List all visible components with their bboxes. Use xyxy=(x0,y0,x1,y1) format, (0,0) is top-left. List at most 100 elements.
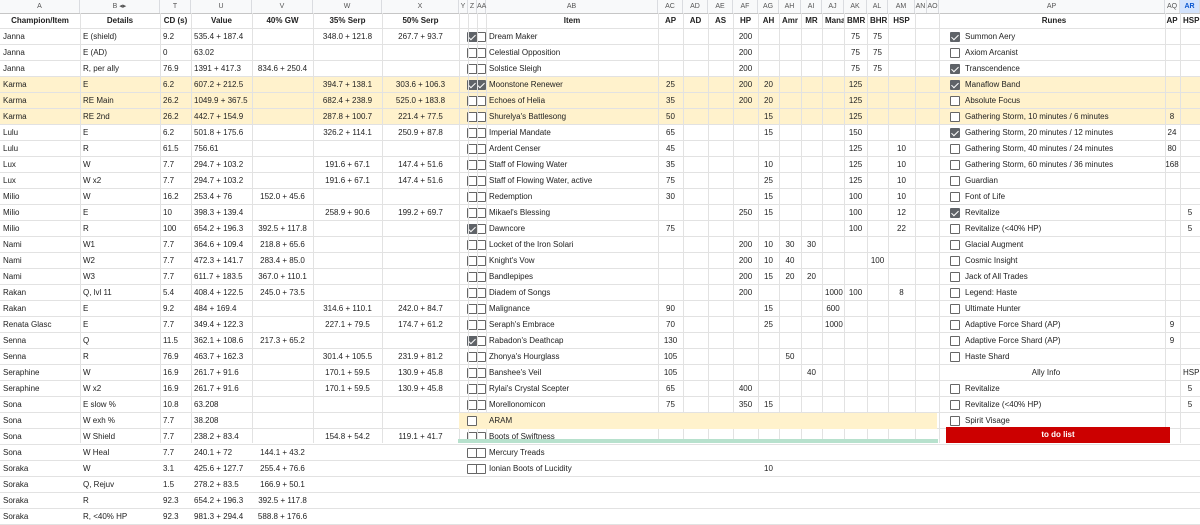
item-ap-cell[interactable]: 65 xyxy=(658,125,683,141)
champion-cell[interactable]: Senna xyxy=(0,349,80,365)
item-bmr-cell[interactable] xyxy=(844,445,867,461)
item-hsp-cell[interactable] xyxy=(888,381,915,397)
item-bhr-cell[interactable] xyxy=(867,333,888,349)
cd-cell[interactable]: 76.9 xyxy=(160,61,191,77)
item-amr-cell[interactable] xyxy=(779,109,801,125)
item-name-cell[interactable]: Seraph's Embrace xyxy=(486,317,658,333)
item-amr-cell[interactable] xyxy=(779,205,801,221)
col-AC[interactable]: AC xyxy=(658,0,683,13)
gw-cell[interactable] xyxy=(252,157,313,173)
item-bmr-cell[interactable]: 75 xyxy=(844,29,867,45)
champion-cell[interactable]: Karma xyxy=(0,93,80,109)
cd-cell[interactable]: 5.4 xyxy=(160,285,191,301)
col-AK[interactable]: AK xyxy=(844,0,867,13)
value-cell[interactable]: 408.4 + 122.5 xyxy=(191,285,252,301)
item-bmr-cell[interactable]: 125 xyxy=(844,173,867,189)
item-name-cell[interactable]: Dawncore xyxy=(486,221,658,237)
cd-cell[interactable]: 7.7 xyxy=(160,253,191,269)
value-cell[interactable]: 253.4 + 76 xyxy=(191,189,252,205)
item-ap-cell[interactable] xyxy=(658,269,683,285)
item-amr-cell[interactable] xyxy=(779,189,801,205)
details-cell[interactable]: E xyxy=(80,205,160,221)
item-secondary-checkbox[interactable] xyxy=(476,464,486,474)
details-cell[interactable]: R xyxy=(80,349,160,365)
item-mana-cell[interactable] xyxy=(822,141,844,157)
item-name-cell[interactable]: Staff of Flowing Water, active xyxy=(486,173,658,189)
col-AH[interactable]: AH xyxy=(779,0,801,13)
item-name-cell[interactable]: Locket of the Iron Solari xyxy=(486,237,658,253)
value-cell[interactable]: 611.7 + 183.5 xyxy=(191,269,252,285)
serp35-cell[interactable]: 170.1 + 59.5 xyxy=(313,381,382,397)
ally-name-cell[interactable]: Revitalize (<40% HP) xyxy=(962,397,1160,413)
value-cell[interactable]: 1391 + 417.3 xyxy=(191,61,252,77)
item-mana-cell[interactable] xyxy=(822,221,844,237)
cd-cell[interactable]: 3.1 xyxy=(160,461,191,477)
header-value[interactable]: Value xyxy=(191,13,252,29)
item-name-cell[interactable]: Mercury Treads xyxy=(486,445,658,461)
item-mana-cell[interactable] xyxy=(822,189,844,205)
todo-list-banner[interactable]: to do list xyxy=(946,427,1170,443)
item-bhr-cell[interactable] xyxy=(867,173,888,189)
rune-name-cell[interactable]: Adaptive Force Shard (AP) xyxy=(962,317,1160,333)
value-cell[interactable]: 654.2 + 196.3 xyxy=(191,493,252,509)
item-hsp-cell[interactable]: 10 xyxy=(888,189,915,205)
col-W[interactable]: W xyxy=(313,0,382,13)
champion-cell[interactable]: Lux xyxy=(0,157,80,173)
item-ap-cell[interactable]: 75 xyxy=(658,397,683,413)
item-mr-cell[interactable] xyxy=(801,157,822,173)
value-cell[interactable]: 294.7 + 103.2 xyxy=(191,157,252,173)
item-hp-cell[interactable]: 200 xyxy=(733,237,758,253)
gw-cell[interactable] xyxy=(252,317,313,333)
item-ah-cell[interactable] xyxy=(758,141,779,157)
champion-cell[interactable]: Rakan xyxy=(0,285,80,301)
item-bhr-cell[interactable] xyxy=(867,157,888,173)
item-ah-cell[interactable] xyxy=(758,445,779,461)
value-cell[interactable]: 261.7 + 91.6 xyxy=(191,365,252,381)
item-hp-cell[interactable] xyxy=(733,189,758,205)
serp35-cell[interactable]: 326.2 + 114.1 xyxy=(313,125,382,141)
rune-checkbox[interactable] xyxy=(950,352,960,362)
serp35-cell[interactable] xyxy=(313,269,382,285)
item-bhr-cell[interactable] xyxy=(867,93,888,109)
value-cell[interactable]: 463.7 + 162.3 xyxy=(191,349,252,365)
item-bhr-cell[interactable] xyxy=(867,77,888,93)
rune-checkbox[interactable] xyxy=(950,336,960,346)
rune-name-cell[interactable]: Gathering Storm, 60 minutes / 36 minutes xyxy=(962,157,1160,173)
item-mr-cell[interactable]: 20 xyxy=(801,269,822,285)
header-serp50[interactable]: 50% Serp xyxy=(382,13,459,29)
header-mr[interactable]: MR xyxy=(801,13,822,29)
serp50-cell[interactable] xyxy=(382,189,459,205)
rune-hsp-cell[interactable] xyxy=(1180,317,1200,333)
gw-cell[interactable]: 588.8 + 176.6 xyxy=(252,509,313,525)
serp35-cell[interactable]: 394.7 + 138.1 xyxy=(313,77,382,93)
item-mana-cell[interactable] xyxy=(822,205,844,221)
item-mana-cell[interactable]: 1000 xyxy=(822,285,844,301)
serp50-cell[interactable]: 525.0 + 183.8 xyxy=(382,93,459,109)
champion-cell[interactable]: Nami xyxy=(0,253,80,269)
cd-cell[interactable]: 92.3 xyxy=(160,493,191,509)
item-ah-cell[interactable] xyxy=(758,285,779,301)
item-ah-cell[interactable]: 15 xyxy=(758,205,779,221)
item-bmr-cell[interactable]: 150 xyxy=(844,125,867,141)
item-bmr-cell[interactable]: 75 xyxy=(844,45,867,61)
item-hsp-cell[interactable] xyxy=(888,45,915,61)
rune-hsp-cell[interactable] xyxy=(1180,349,1200,365)
rune-checkbox[interactable] xyxy=(950,160,960,170)
rune-checkbox[interactable] xyxy=(950,144,960,154)
cd-cell[interactable]: 16.2 xyxy=(160,189,191,205)
item-bmr-cell[interactable] xyxy=(844,237,867,253)
serp35-cell[interactable] xyxy=(313,413,382,429)
value-cell[interactable]: 607.2 + 212.5 xyxy=(191,77,252,93)
item-mr-cell[interactable] xyxy=(801,381,822,397)
serp35-cell[interactable] xyxy=(313,189,382,205)
item-amr-cell[interactable] xyxy=(779,381,801,397)
item-hp-cell[interactable] xyxy=(733,141,758,157)
serp50-cell[interactable] xyxy=(382,269,459,285)
serp35-cell[interactable]: 191.6 + 67.1 xyxy=(313,157,382,173)
gw-cell[interactable]: 144.1 + 43.2 xyxy=(252,445,313,461)
gw-cell[interactable]: 152.0 + 45.6 xyxy=(252,189,313,205)
item-ap-cell[interactable] xyxy=(658,45,683,61)
item-mana-cell[interactable] xyxy=(822,461,844,477)
gw-cell[interactable] xyxy=(252,397,313,413)
cd-cell[interactable]: 11.5 xyxy=(160,333,191,349)
